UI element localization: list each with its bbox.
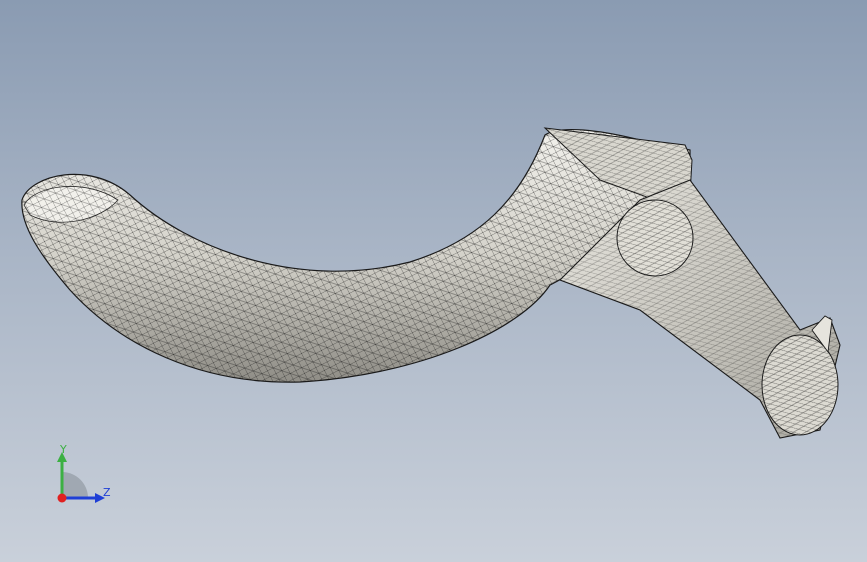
x-axis-point (57, 493, 67, 503)
graphics-viewport[interactable]: Y Z (0, 0, 867, 562)
meshed-hook-model[interactable] (0, 0, 867, 562)
z-axis-label: Z (103, 486, 111, 499)
triad-quadrant (62, 472, 88, 498)
triad-graphic (57, 452, 105, 503)
y-axis-label: Y (60, 443, 67, 456)
orientation-triad: Y Z (40, 440, 130, 510)
